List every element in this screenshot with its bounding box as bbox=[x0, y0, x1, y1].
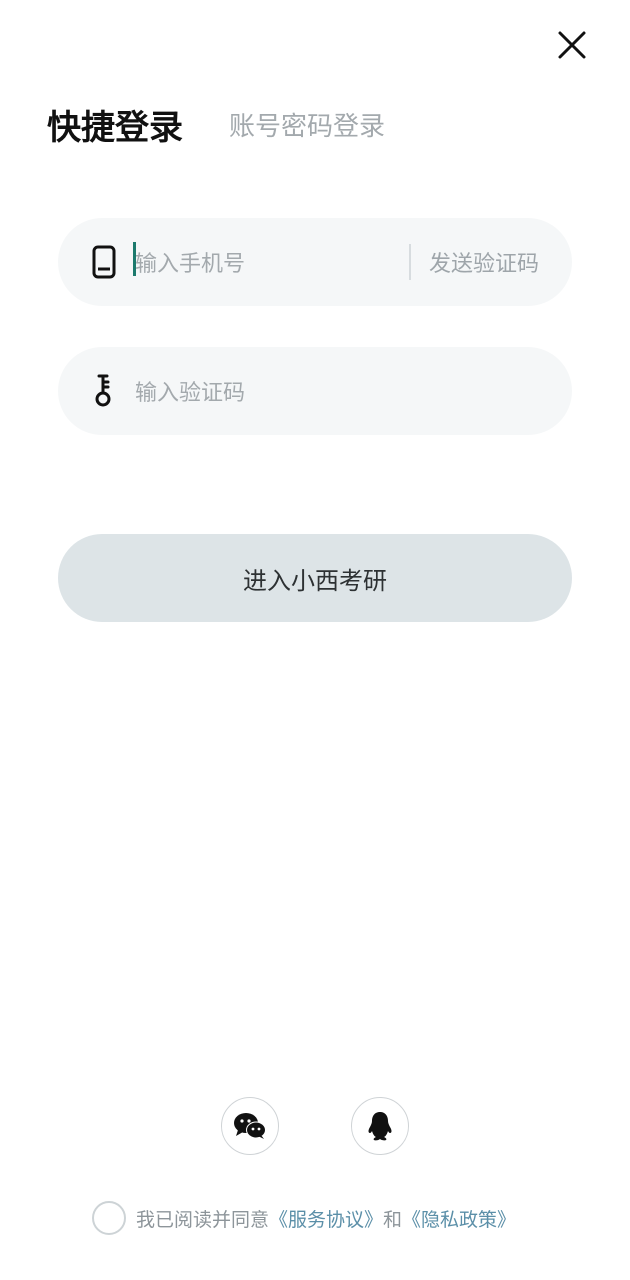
phone-field[interactable]: 输入手机号 发送验证码 bbox=[58, 218, 572, 306]
tab-quick-login[interactable]: 快捷登录 bbox=[47, 100, 183, 149]
text-caret bbox=[133, 242, 136, 276]
privacy-policy-link[interactable]: 《隐私政策》 bbox=[402, 1205, 516, 1232]
qq-icon bbox=[368, 1112, 392, 1141]
agree-checkbox[interactable] bbox=[92, 1201, 126, 1235]
agreement-row: 我已阅读并同意 《服务协议》 和 《隐私政策》 bbox=[92, 1201, 516, 1235]
agreement-prefix: 我已阅读并同意 bbox=[136, 1208, 270, 1231]
close-icon bbox=[558, 31, 586, 59]
tab-password-login[interactable]: 账号密码登录 bbox=[229, 106, 385, 143]
code-input[interactable]: 输入验证码 bbox=[135, 375, 245, 407]
key-icon bbox=[90, 371, 118, 411]
send-code-button[interactable]: 发送验证码 bbox=[429, 218, 539, 306]
agreement-conj: 和 bbox=[383, 1208, 403, 1231]
enter-button[interactable]: 进入小西考研 bbox=[58, 534, 572, 622]
verification-code-field[interactable]: 输入验证码 bbox=[58, 347, 572, 435]
phone-placeholder: 输入手机号 bbox=[135, 252, 246, 277]
service-agreement-link[interactable]: 《服务协议》 bbox=[269, 1205, 383, 1232]
close-button[interactable] bbox=[552, 25, 592, 65]
phone-input[interactable]: 输入手机号 bbox=[133, 242, 246, 278]
qq-login-button[interactable] bbox=[351, 1097, 409, 1155]
login-tabs: 快捷登录 账号密码登录 bbox=[47, 100, 385, 149]
wechat-icon bbox=[234, 1113, 266, 1139]
field-divider bbox=[409, 244, 411, 280]
wechat-login-button[interactable] bbox=[221, 1097, 279, 1155]
phone-icon bbox=[90, 242, 118, 282]
